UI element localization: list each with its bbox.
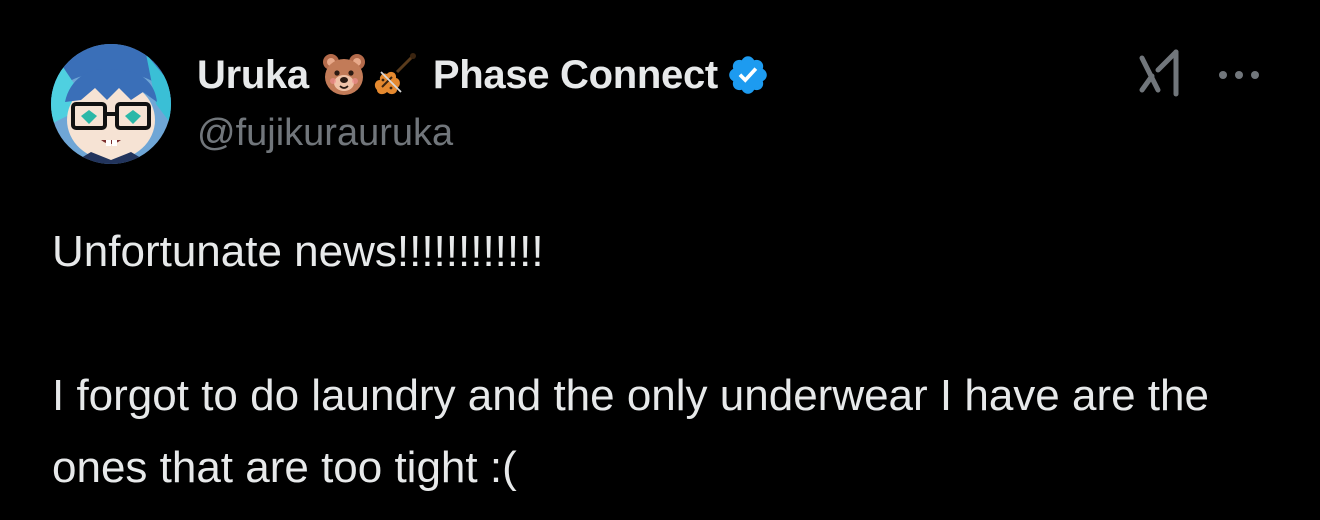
verified-badge-icon[interactable] xyxy=(726,53,770,97)
tweet-line: I forgot to do laundry and the only unde… xyxy=(52,371,1222,492)
tweet: Uruka Phase Connect @fujikurauruka Unfor… xyxy=(0,0,1320,520)
author-handle[interactable]: @fujikurauruka xyxy=(197,112,453,155)
tweet-text: Unfortunate news!!!!!!!!!!!! I forgot to… xyxy=(52,216,1292,504)
author-name-row[interactable]: Uruka Phase Connect xyxy=(197,50,770,100)
author-display-name[interactable]: Uruka xyxy=(197,53,309,98)
tweet-line: Unfortunate news!!!!!!!!!!!! xyxy=(52,227,544,276)
bear-face-icon xyxy=(321,52,367,98)
avatar[interactable] xyxy=(51,44,171,164)
author-affiliation[interactable]: Phase Connect xyxy=(433,53,718,98)
more-dots-icon[interactable] xyxy=(1214,60,1264,90)
violin-icon xyxy=(371,52,417,98)
grok-icon[interactable] xyxy=(1138,46,1188,98)
